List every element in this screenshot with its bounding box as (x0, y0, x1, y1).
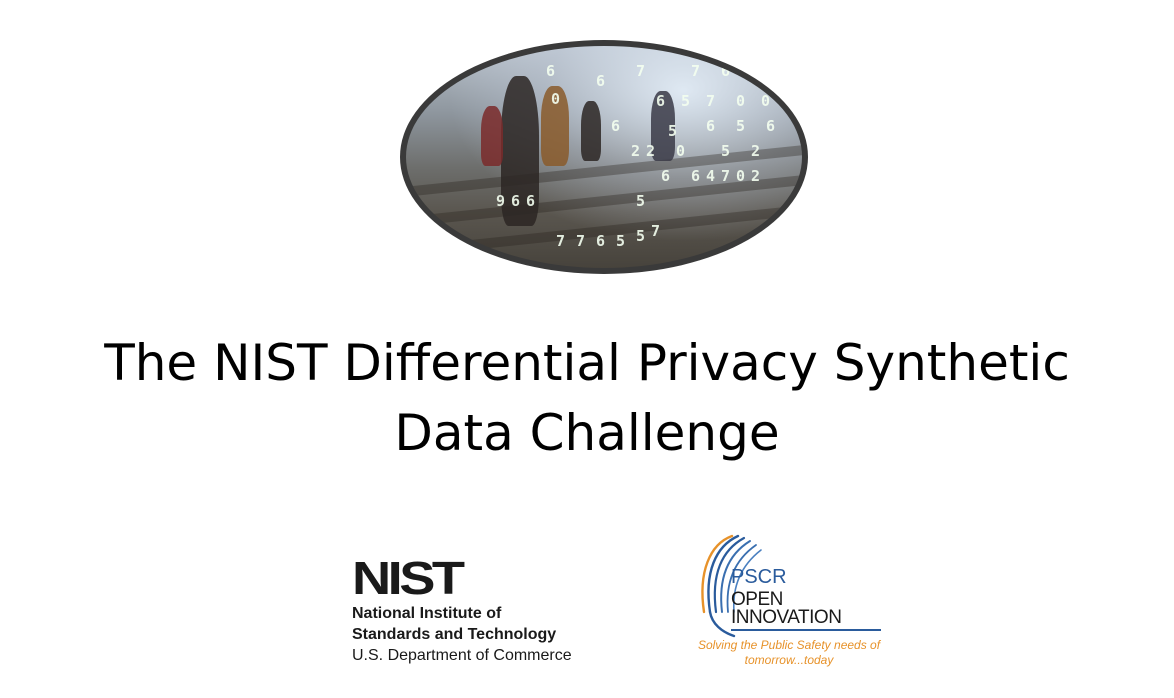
pscr-underline (731, 629, 881, 631)
overlay-digit: 6 (691, 167, 700, 185)
overlay-digit: 2 (751, 142, 760, 160)
title-line-1: The NIST Differential Privacy Synthetic (104, 334, 1070, 392)
overlay-digit: 0 (736, 167, 745, 185)
pscr-innovation: INNOVATION (731, 607, 842, 628)
digit-overlay: 6066765577665056202 2606 4 7 0 269 6 6 57 7 6 5 5 7 (496, 62, 775, 250)
overlay-digit: 0 (551, 90, 560, 108)
nist-line-2: Standards and Technology (352, 626, 557, 643)
overlay-digit: 6 (596, 232, 605, 250)
pscr-brand: PSCR (731, 566, 787, 588)
overlay-digit: 6 (706, 117, 715, 135)
overlay-digit: 6 (751, 62, 760, 80)
overlay-digit: 7 (636, 62, 645, 80)
overlay-digit: 5 (736, 117, 745, 135)
overlay-digit: 7 (651, 222, 660, 240)
overlay-digit: 7 (721, 167, 730, 185)
overlay-digit: 5 (616, 232, 625, 250)
overlay-digit: 5 (681, 92, 690, 110)
overlay-digit: 7 (706, 92, 715, 110)
pscr-open-innovation-logo: PSCR OPEN INNOVATION Solving the Public … (694, 532, 894, 672)
overlay-digit: 9 (496, 192, 505, 210)
overlay-digit: 6 (546, 62, 555, 80)
overlay-digit: 2 (631, 142, 640, 160)
overlay-digit: 2 (751, 167, 760, 185)
title-line-2: Data Challenge (394, 404, 780, 462)
nist-logo: NIST National Institute of Standards and… (352, 555, 612, 665)
nist-wordmark: NIST (352, 552, 465, 604)
nist-line-1: National Institute of (352, 605, 502, 622)
overlay-digit: 7 (576, 232, 585, 250)
overlay-digit: 4 (706, 167, 715, 185)
people-walking-data-overlay-image: 60667655776650562022606470269665776557 (406, 46, 802, 268)
overlay-digit: 5 (721, 142, 730, 160)
page-title: The NIST Differential Privacy Synthetic … (0, 328, 1174, 468)
overlay-digit: 6 (511, 192, 520, 210)
overlay-digit: 7 (691, 62, 700, 80)
overlay-digit: 0 (676, 142, 685, 160)
overlay-digit: 6 (661, 167, 670, 185)
overlay-digit: 7 (556, 232, 565, 250)
hero-image-frame: 60667655776650562022606470269665776557 (400, 40, 808, 274)
overlay-digit: 6 (596, 72, 605, 90)
overlay-digit: 6 (526, 192, 535, 210)
overlay-digit: 6 (721, 62, 730, 80)
overlay-digit: 5 (636, 227, 645, 245)
overlay-digit: 5 (668, 122, 677, 140)
overlay-digit: 0 (736, 92, 745, 110)
overlay-digit: 6 (766, 117, 775, 135)
overlay-digit: 6 (611, 117, 620, 135)
nist-line-3: U.S. Department of Commerce (352, 647, 572, 664)
pscr-tagline: Solving the Public Safety needs of tomor… (697, 638, 881, 667)
overlay-digit: 2 (646, 142, 655, 160)
overlay-digit: 0 (761, 92, 770, 110)
overlay-digit: 6 (656, 92, 665, 110)
overlay-digit: 5 (636, 192, 645, 210)
